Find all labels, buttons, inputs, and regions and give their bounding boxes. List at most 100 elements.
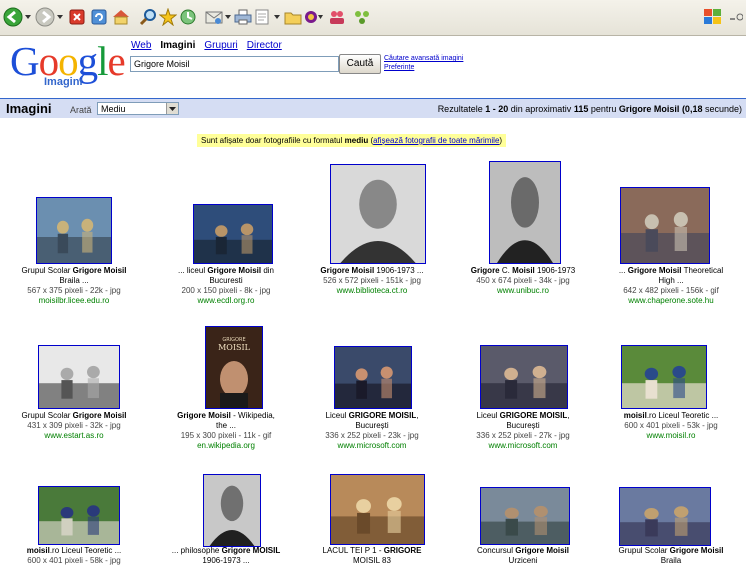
result-title-pre: Grupul Scolar — [21, 266, 73, 275]
result-title[interactable]: Grigore Moisil 1906-1973 ... — [298, 266, 446, 276]
result-thumbnail[interactable] — [38, 345, 120, 409]
search-input[interactable]: Grigore Moisil — [130, 56, 339, 72]
result-domain: moisilbr.licee.edu.ro — [38, 296, 110, 305]
search-button[interactable] — [138, 7, 158, 27]
result-thumbnail[interactable] — [621, 345, 707, 409]
result-title[interactable]: Grupul Scolar Grigore Moisil — [0, 266, 148, 276]
show-all-sizes-link[interactable]: afișează fotografii de toate mărimile — [373, 136, 499, 145]
result-title-bold: Grigore MOISIL — [221, 546, 281, 555]
result-title-pre: ... philosophe — [171, 546, 222, 555]
messenger-icon — [305, 11, 323, 23]
result-title-bold: Grigore Moisil — [515, 546, 570, 555]
back-arrow-icon — [3, 7, 23, 27]
result-title-bold: Grigore Moisil — [627, 266, 682, 275]
refresh-icon — [91, 9, 107, 25]
advanced-search-link[interactable]: Căutare avansată imagini — [384, 54, 463, 63]
result-dimensions: 431 x 309 pixeli - 32k - jpg — [27, 421, 121, 430]
result-title-bold: Grigore Moisil — [177, 411, 231, 420]
mail-dropdown-icon[interactable] — [224, 7, 232, 27]
result-domain: www.moisil.ro — [646, 431, 696, 440]
result-title[interactable]: Grupul Scolar Grigore Moisil — [597, 546, 745, 556]
result-title-bold: moisil — [623, 411, 647, 420]
result-caption: ... philosophe Grigore MOISIL 1906-1973 .… — [152, 546, 300, 566]
result-thumbnail[interactable] — [203, 474, 261, 547]
stop-button[interactable] — [67, 7, 87, 27]
size-filter-notice: Sunt afișate doar fotografiile cu format… — [197, 134, 507, 147]
result-title[interactable]: Grigore Moisil - Wikipedia, — [152, 411, 300, 421]
favorites-button[interactable] — [158, 7, 178, 27]
result-thumbnail[interactable] — [330, 164, 426, 264]
nav-web[interactable]: Web — [131, 40, 151, 51]
result-title[interactable]: moisil.ro Liceul Teoretic ... — [597, 411, 745, 421]
research-button[interactable] — [352, 7, 372, 27]
result-title[interactable]: LACUL TEI P 1 - GRIGORE — [298, 546, 446, 556]
result-thumbnail[interactable] — [480, 487, 570, 545]
result-title-pre: Concursul — [476, 546, 516, 555]
edit-dropdown-icon[interactable] — [273, 7, 281, 27]
research-icon — [355, 11, 369, 24]
result-thumbnail[interactable] — [38, 486, 120, 545]
mail-button[interactable] — [204, 7, 224, 27]
result-title-bold: Grigore Moisil — [669, 546, 724, 555]
forward-button[interactable] — [34, 7, 56, 27]
result-title-post: .ro Liceul Teoretic ... — [49, 546, 122, 555]
edit-button[interactable] — [253, 7, 273, 27]
result-dimensions: 200 x 150 pixeli - 8k - jpg — [181, 286, 271, 295]
result-thumbnail[interactable] — [334, 346, 412, 409]
result-title[interactable]: Grigore C. Moisil 1906-1973 — [449, 266, 597, 276]
select-arrow-icon[interactable] — [166, 103, 178, 114]
forward-dropdown-icon[interactable] — [56, 7, 64, 27]
folder-button[interactable] — [283, 7, 303, 27]
result-thumbnail[interactable] — [480, 345, 568, 409]
result-title-continued: Bucuresti — [209, 276, 243, 285]
home-button[interactable] — [111, 7, 131, 27]
printer-icon — [234, 9, 252, 25]
people-button[interactable] — [327, 7, 349, 27]
search-submit-button[interactable]: Caută — [339, 54, 381, 74]
result-title[interactable]: Concursul Grigore Moisil — [449, 546, 597, 556]
window-controls[interactable] — [728, 7, 744, 27]
nav-director[interactable]: Director — [247, 40, 282, 51]
scene-photo — [620, 488, 710, 545]
result-thumbnail[interactable] — [193, 204, 273, 264]
nav-grupuri[interactable]: Grupuri — [204, 40, 237, 51]
summary-for: pentru — [590, 104, 617, 114]
result-title-bold: Grigore — [470, 266, 500, 275]
result-thumbnail[interactable] — [36, 197, 112, 264]
scene-photo — [39, 487, 119, 544]
result-dimensions: 450 x 674 pixeli - 34k - jpg — [476, 276, 570, 285]
result-thumbnail[interactable] — [489, 161, 561, 264]
result-title[interactable]: ... Grigore Moisil Theoretical — [597, 266, 745, 276]
result-title-bold: Grigore Moisil — [320, 266, 375, 275]
result-thumbnail[interactable] — [620, 187, 710, 264]
show-size-label: Arată — [70, 105, 92, 115]
result-title-bold: Grigore Moisil — [72, 411, 127, 420]
home-icon — [113, 10, 129, 25]
result-title-continued: MOISIL 83 — [353, 556, 391, 565]
result-dimensions: 336 x 252 pixeli - 27k - jpg — [476, 431, 570, 440]
image-size-select[interactable]: Mediu — [97, 102, 179, 115]
result-thumbnail[interactable] — [330, 474, 425, 545]
result-title-pre: Liceul — [476, 411, 500, 420]
google-logo[interactable]: Google Imagini — [10, 38, 126, 93]
result-thumbnail[interactable] — [619, 487, 711, 546]
messenger-button[interactable] — [303, 7, 325, 27]
result-title-pre: ... — [618, 266, 628, 275]
preferences-link[interactable]: Preferințe — [384, 63, 463, 72]
result-thumbnail[interactable]: GRIGORE MOISIL — [205, 326, 263, 409]
result-title[interactable]: moisil.ro Liceul Teoretic ... — [0, 546, 148, 556]
minimize-icon — [730, 13, 743, 21]
print-button[interactable] — [233, 7, 253, 27]
stop-icon — [69, 9, 85, 25]
result-title-continued: București — [506, 421, 540, 430]
result-title[interactable]: Liceul GRIGORE MOISIL, — [449, 411, 597, 421]
result-title[interactable]: ... philosophe Grigore MOISIL — [152, 546, 300, 556]
refresh-button[interactable] — [89, 7, 109, 27]
result-title[interactable]: Grupul Scolar Grigore Moisil — [0, 411, 148, 421]
result-title[interactable]: ... liceul Grigore Moisil din — [152, 266, 300, 276]
history-button[interactable] — [178, 7, 198, 27]
back-dropdown-icon[interactable] — [24, 7, 32, 27]
result-title[interactable]: Liceul GRIGORE MOISIL, — [298, 411, 446, 421]
people-icon — [330, 11, 344, 24]
back-button[interactable] — [2, 7, 24, 27]
